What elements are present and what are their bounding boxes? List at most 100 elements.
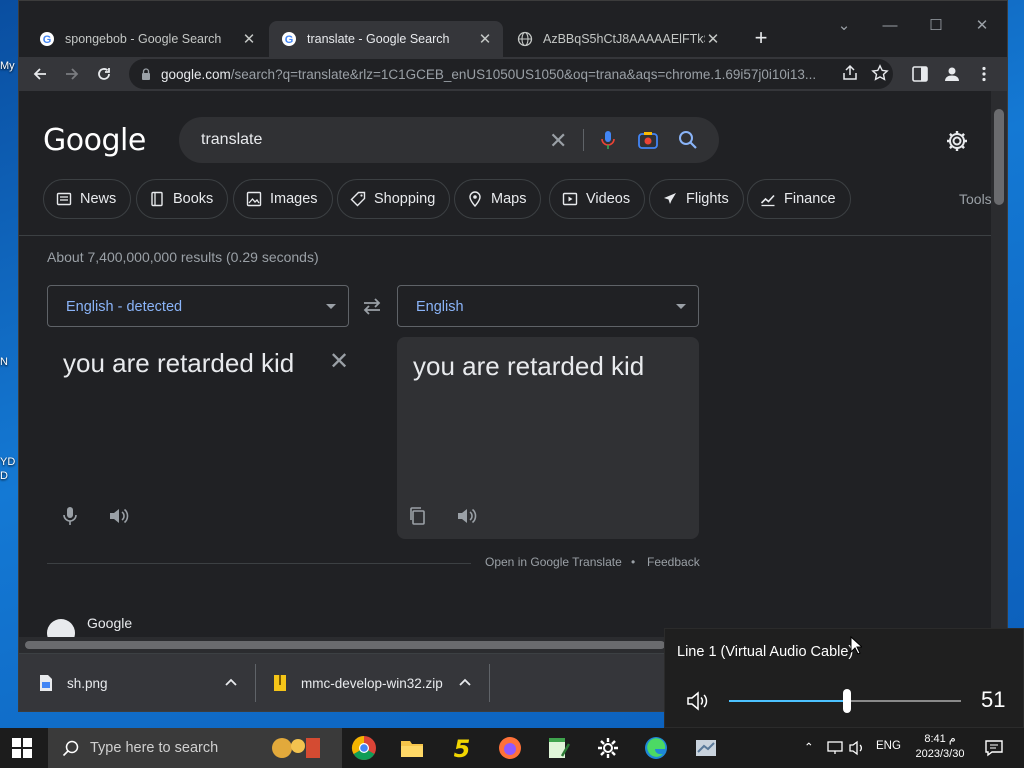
open-in-google-translate-link[interactable]: Open in Google Translate xyxy=(485,555,622,569)
target-language-label: English xyxy=(416,299,464,315)
chip-label: Flights xyxy=(686,191,729,207)
chip-label: Images xyxy=(270,191,318,207)
video-play-icon xyxy=(562,192,578,206)
profile-icon[interactable] xyxy=(943,65,961,83)
tab-close-icon[interactable]: ✕ xyxy=(241,30,257,48)
chip-flights[interactable]: Flights xyxy=(649,179,744,219)
speaker-listen-icon[interactable] xyxy=(107,505,129,527)
new-tab-button[interactable]: + xyxy=(747,25,775,53)
chip-books[interactable]: Books xyxy=(136,179,229,219)
scrollbar-thumb[interactable] xyxy=(25,641,665,649)
result-source-title[interactable]: Google xyxy=(87,615,132,631)
tab-title: spongebob - Google Search xyxy=(65,32,222,46)
settings-gear-icon[interactable] xyxy=(594,734,622,762)
voice-search-mic-icon[interactable] xyxy=(597,129,619,151)
svg-text:G: G xyxy=(285,34,294,46)
google-logo[interactable]: Google xyxy=(43,123,146,158)
download-item[interactable]: mmc-develop-win32.zip xyxy=(273,662,487,704)
target-language-select[interactable]: English xyxy=(397,285,699,327)
windows-start-icon[interactable] xyxy=(12,738,32,758)
translate-bottom-divider xyxy=(47,563,471,564)
tray-overflow-chevron-icon[interactable]: ⌃ xyxy=(804,740,814,754)
scrollbar-thumb[interactable] xyxy=(994,109,1004,205)
volume-tray-icon[interactable] xyxy=(848,740,866,756)
feedback-link[interactable]: Feedback xyxy=(647,555,700,569)
maximize-button[interactable]: ☐ xyxy=(913,11,959,41)
side-panel-icon[interactable] xyxy=(911,65,929,83)
tab-search-icon[interactable]: ⌄ xyxy=(821,11,867,41)
speaker-listen-icon[interactable] xyxy=(455,505,477,527)
tab-translate[interactable]: G translate - Google Search ✕ xyxy=(269,21,503,57)
chip-shopping[interactable]: Shopping xyxy=(337,179,451,219)
source-text-input[interactable]: you are retarded kid xyxy=(63,345,323,381)
chip-maps[interactable]: Maps xyxy=(454,179,542,219)
tab-close-icon[interactable]: ✕ xyxy=(705,30,721,48)
address-bar[interactable]: google.com/search?q=translate&rlz=1C1GCE… xyxy=(129,59,893,89)
close-window-button[interactable]: ✕ xyxy=(959,11,1005,41)
share-icon[interactable] xyxy=(841,64,859,82)
clock-time: 8:41 م xyxy=(924,733,956,745)
dropdown-caret-icon xyxy=(326,304,336,309)
desktop-icon-label[interactable]: YD xyxy=(0,456,15,468)
back-button[interactable] xyxy=(25,59,55,89)
clear-source-icon[interactable]: ✕ xyxy=(329,347,349,376)
file-explorer-icon[interactable] xyxy=(398,734,426,762)
input-language-indicator[interactable]: ENG xyxy=(876,740,901,752)
notification-center-icon[interactable] xyxy=(984,738,1004,758)
speaker-volume-icon[interactable] xyxy=(685,689,711,713)
search-input[interactable]: translate xyxy=(201,131,262,149)
chip-news[interactable]: News xyxy=(43,179,132,219)
chip-finance[interactable]: Finance xyxy=(747,179,851,219)
firefox-icon[interactable] xyxy=(496,734,524,762)
taskbar-clock[interactable]: 8:41 م 2023/3/30 xyxy=(906,732,974,762)
taskbar-search-placeholder: Type here to search xyxy=(90,740,219,756)
clear-search-icon[interactable]: ✕ xyxy=(549,128,567,154)
kebab-menu-icon[interactable] xyxy=(975,65,993,83)
search-box[interactable]: translate ✕ xyxy=(179,117,719,163)
settings-gear-icon[interactable] xyxy=(945,129,969,153)
swap-languages-icon[interactable] xyxy=(361,295,383,317)
search-highlight-icon[interactable] xyxy=(268,734,324,762)
desktop-icon-label[interactable]: My xyxy=(0,60,15,72)
dropdown-caret-icon xyxy=(676,304,686,309)
volume-flyout: Line 1 (Virtual Audio Cable) 51 xyxy=(664,628,1024,728)
download-item[interactable]: sh.png xyxy=(39,662,253,704)
minimize-button[interactable]: — xyxy=(867,11,913,41)
browser-window: G spongebob - Google Search ✕ G translat… xyxy=(18,0,1008,712)
tab-title: AzBBqS5hCtJ8AAAAAElFTkSuQmCC xyxy=(543,32,705,46)
footer-dot: • xyxy=(631,555,636,569)
network-icon[interactable] xyxy=(826,740,844,756)
desktop-icon-label[interactable]: D xyxy=(0,470,8,482)
result-favicon-icon xyxy=(47,619,75,637)
chevron-up-icon[interactable] xyxy=(457,674,473,690)
forward-button[interactable] xyxy=(57,59,87,89)
reload-button[interactable] xyxy=(89,59,119,89)
chrome-icon[interactable] xyxy=(350,734,378,762)
tab-close-icon[interactable]: ✕ xyxy=(477,30,493,48)
copy-icon[interactable] xyxy=(407,505,429,527)
generic-app-icon[interactable] xyxy=(692,734,720,762)
volume-slider-thumb[interactable] xyxy=(843,689,852,713)
tab-spongebob[interactable]: G spongebob - Google Search ✕ xyxy=(27,21,267,57)
chevron-up-icon[interactable] xyxy=(223,674,239,690)
tag-icon xyxy=(350,191,366,207)
microphone-icon[interactable] xyxy=(59,505,81,527)
translation-output-panel: you are retarded kid xyxy=(397,337,699,539)
source-language-select[interactable]: English - detected xyxy=(47,285,349,327)
notepad-icon[interactable] xyxy=(544,734,572,762)
chip-label: Books xyxy=(173,191,214,207)
app-five-icon[interactable]: 5 xyxy=(448,734,476,762)
bookmark-star-icon[interactable] xyxy=(871,64,889,82)
chip-images[interactable]: Images xyxy=(233,179,333,219)
chip-videos[interactable]: Videos xyxy=(549,179,646,219)
desktop-icon-label[interactable]: N xyxy=(0,356,8,368)
search-icon[interactable] xyxy=(677,129,699,151)
url-path: /search?q=translate&rlz=1C1GCEB_enUS1050… xyxy=(230,66,817,82)
tools-button[interactable]: Tools xyxy=(959,191,991,207)
translated-text: you are retarded kid xyxy=(413,351,645,381)
vertical-scrollbar[interactable] xyxy=(991,91,1007,637)
lens-camera-icon[interactable] xyxy=(637,129,659,151)
edge-icon[interactable] xyxy=(642,734,670,762)
audio-device-name[interactable]: Line 1 (Virtual Audio Cable) xyxy=(677,644,853,660)
tab-image[interactable]: AzBBqS5hCtJ8AAAAAElFTkSuQmCC ✕ xyxy=(505,21,731,57)
